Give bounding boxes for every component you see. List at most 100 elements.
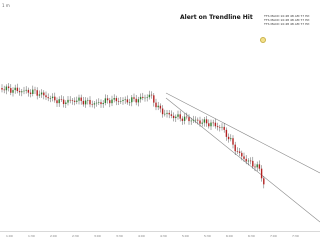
candle-body	[71, 100, 74, 101]
candle-body	[25, 89, 27, 91]
candle-body	[142, 96, 144, 98]
candle-body	[170, 114, 173, 116]
candle-body	[122, 100, 124, 102]
candlestick-series	[1, 83, 265, 189]
candle-body	[58, 99, 60, 104]
candle-body	[27, 89, 30, 93]
candle-body	[65, 102, 67, 105]
candle-body	[256, 164, 258, 168]
candle-body	[89, 99, 91, 105]
x-tick-label: 7:00	[270, 234, 277, 238]
candle-body	[23, 90, 25, 92]
candle-body	[84, 100, 87, 105]
candle-body	[227, 136, 230, 140]
candle-body	[16, 87, 19, 92]
candle-body	[1, 88, 3, 90]
candle-body	[161, 108, 164, 115]
candle-body	[67, 99, 69, 103]
candle-body	[258, 164, 261, 169]
candle-body	[98, 102, 100, 103]
candle-body	[135, 98, 137, 103]
candle-body	[139, 96, 142, 100]
candle-body	[236, 151, 239, 152]
candle-body	[164, 113, 166, 115]
candle-body	[76, 100, 78, 102]
candle-body	[12, 90, 14, 93]
candle-body	[115, 98, 118, 102]
candle-body	[232, 138, 234, 145]
candle-body	[249, 160, 252, 162]
trendline-upper	[165, 92, 320, 174]
candle-body	[201, 122, 203, 124]
candle-body	[40, 92, 43, 95]
candle-body	[168, 112, 170, 115]
candle-body	[128, 102, 131, 103]
x-tick-label: 6:30	[248, 234, 255, 238]
candle-body	[109, 100, 111, 104]
candle-body	[181, 118, 184, 121]
candle-body	[183, 116, 186, 121]
candle-body	[221, 126, 223, 128]
candle-body	[166, 112, 168, 114]
candle-body	[18, 91, 21, 93]
candle-body	[188, 117, 190, 122]
x-axis: 1:00 1:30 2:00 2:30 3:00 3:30 4:00 4:30 …	[0, 231, 320, 240]
candle-body	[179, 114, 181, 119]
candle-body	[205, 119, 208, 124]
price-plot[interactable]	[0, 0, 320, 240]
x-tick-label: 4:30	[160, 234, 167, 238]
candle-body	[102, 103, 104, 105]
candle-body	[197, 119, 199, 121]
chart-window: 1 m Alert on Trendline Hit TTS MACD 10:4…	[0, 0, 320, 240]
candle-body	[87, 99, 89, 101]
candle-body	[155, 102, 157, 108]
candle-body	[82, 100, 85, 105]
candle-body	[194, 119, 197, 121]
x-tick-label: 7:30	[292, 234, 299, 238]
candle-body	[263, 178, 265, 185]
candle-body	[3, 89, 5, 91]
candle-body	[186, 116, 188, 118]
candle-body	[126, 99, 129, 103]
candle-body	[104, 98, 107, 104]
x-tick-label: 2:00	[50, 234, 57, 238]
x-tick-label: 3:30	[116, 234, 123, 238]
candle-body	[106, 98, 109, 101]
candle-body	[21, 91, 23, 93]
candle-body	[223, 126, 225, 130]
candle-body	[216, 126, 219, 128]
candle-body	[230, 138, 232, 140]
x-tick-label: 1:30	[28, 234, 35, 238]
candle-body	[100, 102, 102, 105]
candle-body	[131, 97, 133, 103]
candle-body	[148, 94, 151, 98]
candle-body	[10, 88, 12, 93]
candle-body	[234, 144, 236, 152]
candle-body	[199, 120, 201, 124]
candle-body	[146, 97, 148, 98]
candle-body	[69, 99, 71, 101]
candle-body	[91, 104, 93, 105]
candle-body	[137, 99, 140, 103]
candle-body	[214, 122, 217, 127]
candle-body	[210, 122, 212, 127]
candle-body	[157, 105, 159, 108]
candle-body	[29, 92, 32, 94]
candle-body	[252, 160, 254, 167]
candle-body	[38, 94, 41, 96]
candle-body	[14, 87, 16, 91]
candle-body	[245, 158, 247, 162]
candle-body	[49, 98, 52, 99]
candle-body	[208, 123, 210, 127]
candle-body	[192, 119, 195, 121]
candle-body	[120, 101, 122, 102]
candle-body	[47, 97, 49, 99]
candle-body	[124, 99, 126, 101]
candle-body	[34, 89, 36, 91]
candle-body	[113, 98, 115, 100]
candle-body	[241, 152, 243, 157]
candle-body	[225, 129, 228, 137]
x-tick-label: 5:00	[182, 234, 189, 238]
candle-body	[260, 168, 263, 179]
candle-body	[32, 89, 34, 94]
